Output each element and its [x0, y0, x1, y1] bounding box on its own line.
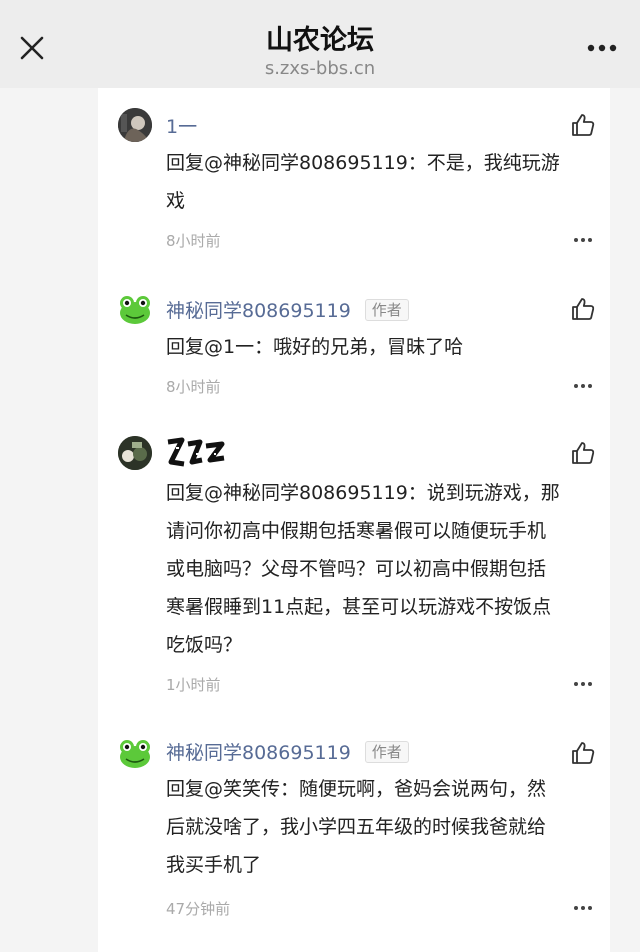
- comment-author[interactable]: 1一: [166, 112, 197, 139]
- comment-text-line: 回复@1一：哦好的兄弟，冒昧了哈: [166, 336, 464, 358]
- author-badge: 作者: [364, 740, 409, 763]
- comment-author-row: 神秘同学808695119 作者: [166, 738, 409, 765]
- comment-author[interactable]: 神秘同学808695119: [166, 296, 351, 323]
- comment-text-line: 回复@笑笑传：随便玩啊，爸妈会说两句，然: [166, 778, 547, 800]
- page-title: 山农论坛: [266, 25, 374, 56]
- right-margin: [610, 88, 640, 952]
- comment-more-button[interactable]: [568, 232, 598, 248]
- comment-text-line: 寒暑假睡到11点起，甚至可以玩游戏不按饭点: [166, 596, 552, 618]
- comment-item: 1一 回复@神秘同学808695119：不是，我纯玩游 戏 8小时前: [98, 88, 610, 278]
- comment-more-button[interactable]: [568, 676, 598, 692]
- comment-text: 回复@1一：哦好的兄弟，冒昧了哈: [166, 328, 586, 366]
- avatar[interactable]: [118, 292, 152, 326]
- thumbs-up-icon: [572, 114, 595, 136]
- ellipsis-icon: [574, 384, 592, 388]
- comment-text-line: 吃饭吗？: [166, 634, 243, 656]
- comment-author-row: 1一: [166, 112, 197, 139]
- comment-text-line: 或电脑吗？父母不管吗？可以初高中假期包括: [166, 558, 547, 580]
- avatar-image: [118, 108, 152, 142]
- comment-item: 神秘同学808695119 作者 回复@1一：哦好的兄弟，冒昧了哈 8小时前: [98, 278, 610, 418]
- comment-time: 8小时前: [166, 232, 221, 250]
- comment-time: 47分钟前: [166, 900, 231, 918]
- obscured-username-image: [167, 437, 225, 467]
- like-button[interactable]: [570, 112, 596, 138]
- more-button[interactable]: [584, 30, 620, 66]
- comment-item: 回复@神秘同学808695119：说到玩游戏，那 请问你初高中假期包括寒暑假可以…: [98, 418, 610, 722]
- comment-more-button[interactable]: [568, 378, 598, 394]
- comment-text-line: 回复@神秘同学808695119：说到玩游戏，那: [166, 482, 560, 504]
- ellipsis-icon: [574, 682, 592, 686]
- comment-text-line: 后就没啥了，我小学四五年级的时候我爸就给: [166, 816, 547, 838]
- frog-avatar-image: [120, 740, 150, 768]
- avatar[interactable]: [118, 736, 152, 770]
- comment-item: 神秘同学808695119 作者 回复@笑笑传：随便玩啊，爸妈会说两句，然 后就…: [98, 722, 610, 952]
- like-button[interactable]: [570, 740, 596, 766]
- comment-text: 回复@神秘同学808695119：说到玩游戏，那 请问你初高中假期包括寒暑假可以…: [166, 474, 586, 664]
- ellipsis-icon: [574, 906, 592, 910]
- ellipsis-icon: [574, 238, 592, 242]
- left-margin: [0, 88, 98, 952]
- like-button[interactable]: [570, 440, 596, 466]
- comment-text-line: 回复@神秘同学808695119：不是，我纯玩游: [166, 152, 560, 174]
- avatar[interactable]: [118, 436, 152, 470]
- author-badge: 作者: [364, 298, 409, 321]
- comment-text: 回复@笑笑传：随便玩啊，爸妈会说两句，然 后就没啥了，我小学四五年级的时候我爸就…: [166, 770, 586, 884]
- more-icon: [587, 44, 617, 52]
- comment-author-row: [166, 436, 228, 468]
- avatar[interactable]: [118, 108, 152, 142]
- thumbs-up-icon: [572, 742, 595, 764]
- avatar-image: [118, 436, 152, 470]
- comment-text: 回复@神秘同学808695119：不是，我纯玩游 戏: [166, 144, 586, 220]
- comment-text-line: 戏: [166, 190, 186, 212]
- comment-time: 8小时前: [166, 378, 221, 396]
- frog-avatar-image: [120, 296, 150, 324]
- thumbs-up-icon: [572, 298, 595, 320]
- thumbs-up-icon: [572, 442, 595, 464]
- page-domain: s.zxs-bbs.cn: [264, 58, 376, 79]
- comment-text-line: 我买手机了: [166, 854, 262, 876]
- top-bar: 山农论坛 s.zxs-bbs.cn: [0, 0, 640, 88]
- comment-more-button[interactable]: [568, 900, 598, 916]
- comment-author-row: 神秘同学808695119 作者: [166, 296, 409, 323]
- comment-time: 1小时前: [166, 676, 221, 694]
- comment-text-line: 请问你初高中假期包括寒暑假可以随便玩手机: [166, 520, 547, 542]
- comment-author[interactable]: 神秘同学808695119: [166, 738, 351, 765]
- like-button[interactable]: [570, 296, 596, 322]
